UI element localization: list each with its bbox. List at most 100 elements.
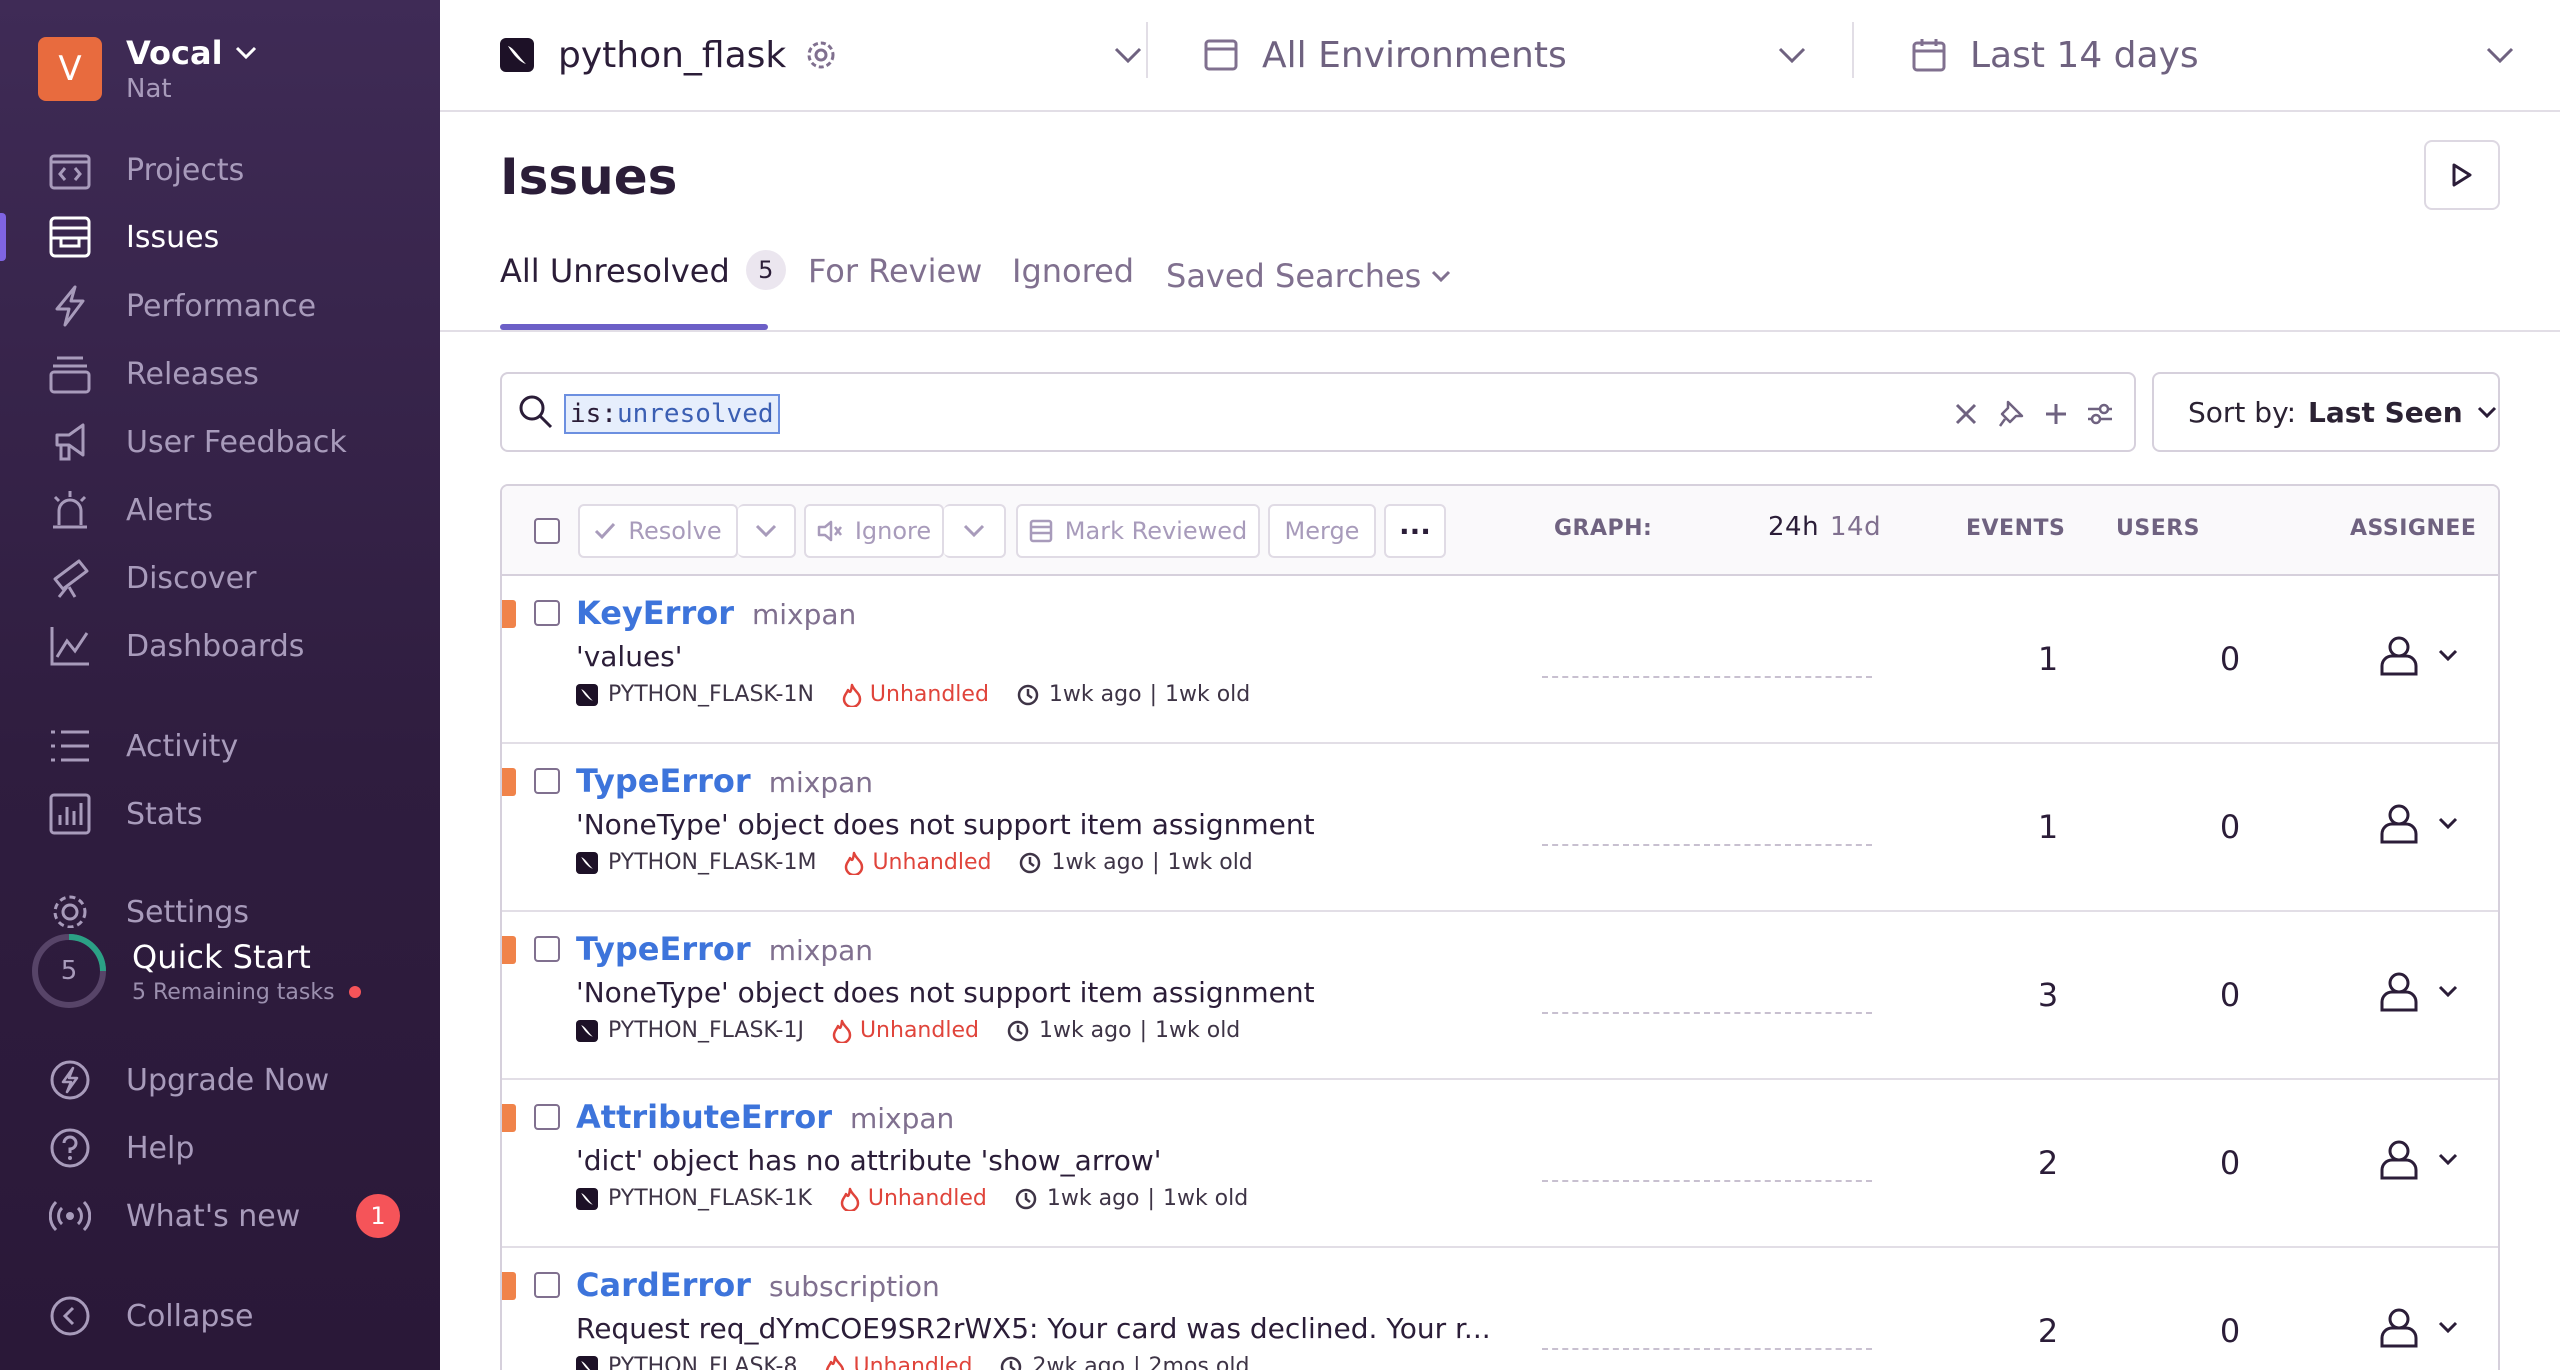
level-indicator: [502, 600, 516, 628]
issue-title[interactable]: AttributeError: [576, 1098, 832, 1136]
event-count: 2: [2037, 1144, 2059, 1182]
tab-saved-searches[interactable]: Saved Searches: [1166, 252, 1451, 300]
issue-title[interactable]: KeyError: [576, 594, 734, 632]
org-switcher[interactable]: V Vocal Nat: [38, 34, 257, 104]
gear-icon[interactable]: [804, 38, 838, 72]
merge-button[interactable]: Merge: [1268, 504, 1376, 558]
window-icon: [1204, 39, 1238, 71]
divider: [1146, 22, 1148, 78]
issue-checkbox[interactable]: [534, 1272, 560, 1298]
issue-title[interactable]: TypeError: [576, 930, 751, 968]
python-flask-icon: [576, 1019, 598, 1042]
sidebar-item-whats-new[interactable]: What's new 1: [0, 1186, 440, 1246]
assignee-selector[interactable]: [2378, 1138, 2458, 1180]
broadcast-icon: [48, 1194, 92, 1238]
unhandled-label: Unhandled: [853, 1354, 973, 1370]
mute-icon: [817, 520, 842, 542]
issue-checkbox[interactable]: [534, 936, 560, 962]
tab-for-review[interactable]: For Review: [808, 252, 982, 330]
sidebar-item-stats[interactable]: Stats: [0, 784, 440, 844]
sidebar-item-user-feedback[interactable]: User Feedback: [0, 412, 440, 472]
play-tour-button[interactable]: [2424, 140, 2500, 210]
sidebar-item-activity[interactable]: Activity: [0, 716, 440, 776]
tab-ignored[interactable]: Ignored: [1012, 252, 1134, 330]
close-icon[interactable]: [1954, 402, 1978, 426]
more-actions-button[interactable]: ···: [1384, 504, 1446, 558]
assignee-selector[interactable]: [2378, 802, 2458, 844]
assignee-selector[interactable]: [2378, 970, 2458, 1012]
user-count: 0: [2219, 640, 2241, 678]
issue-title[interactable]: TypeError: [576, 762, 751, 800]
chevron-down-icon: [755, 524, 777, 538]
chevron-down-icon: [2438, 1153, 2458, 1165]
issue-short-id[interactable]: PYTHON_FLASK-1N: [608, 682, 814, 707]
sidebar-item-upgrade[interactable]: Upgrade Now: [0, 1050, 440, 1110]
graph-period-24h[interactable]: 24h: [1768, 512, 1819, 542]
issue-title[interactable]: CardError: [576, 1266, 751, 1304]
issue-short-id[interactable]: PYTHON_FLASK-1K: [608, 1186, 812, 1211]
issue-culprit: mixpan: [751, 598, 857, 631]
project-selector[interactable]: python_flask: [500, 0, 1142, 110]
ignore-button[interactable]: Ignore: [804, 504, 944, 558]
sidebar-item-dashboards[interactable]: Dashboards: [0, 616, 440, 676]
sidebar-item-help[interactable]: Help: [0, 1118, 440, 1178]
quick-start[interactable]: 5 Quick Start 5 Remaining tasks: [30, 932, 361, 1010]
issue-short-id[interactable]: PYTHON_FLASK-1M: [608, 850, 816, 875]
assignee-header: ASSIGNEE: [2350, 516, 2477, 541]
ignore-dropdown-button[interactable]: [944, 504, 1006, 558]
issue-short-id[interactable]: PYTHON_FLASK-8: [608, 1354, 797, 1370]
issue-message: 'NoneType' object does not support item …: [576, 976, 1315, 1009]
sort-label: Sort by:: [2188, 395, 2297, 429]
resolve-dropdown-button[interactable]: [738, 504, 796, 558]
search-token-value: unresolved: [616, 399, 774, 429]
sidebar-collapse[interactable]: Collapse: [0, 1286, 440, 1346]
sidebar-item-projects[interactable]: Projects: [0, 140, 440, 200]
assignee-selector[interactable]: [2378, 1306, 2458, 1348]
sidebar-item-performance[interactable]: Performance: [0, 276, 440, 336]
sidebar-item-discover[interactable]: Discover: [0, 548, 440, 608]
plus-icon[interactable]: [2044, 402, 2068, 426]
sidebar-item-issues[interactable]: Issues: [0, 207, 440, 267]
issue-checkbox[interactable]: [534, 600, 560, 626]
issue-short-id[interactable]: PYTHON_FLASK-1J: [608, 1018, 804, 1043]
assignee-selector[interactable]: [2378, 634, 2458, 676]
fire-icon: [840, 1187, 860, 1211]
issue-row[interactable]: CardError subscription Request req_dYmCOE…: [502, 1248, 2498, 1370]
issue-row[interactable]: TypeError mixpan 'NoneType' object does n…: [502, 912, 2498, 1080]
mark-reviewed-button[interactable]: Mark Reviewed: [1016, 504, 1260, 558]
date-range-selector[interactable]: Last 14 days: [1912, 0, 2522, 110]
sidebar-item-settings[interactable]: Settings: [0, 882, 440, 928]
stats-icon: [48, 792, 92, 836]
issue-row[interactable]: AttributeError mixpan 'dict' object has n…: [502, 1080, 2498, 1248]
sliders-icon[interactable]: [2086, 402, 2114, 426]
date-range-label: Last 14 days: [1970, 34, 2199, 76]
sidebar-item-releases[interactable]: Releases: [0, 344, 440, 404]
select-all-checkbox[interactable]: [534, 518, 560, 544]
pin-icon[interactable]: [1998, 400, 2024, 428]
search-token[interactable]: is:unresolved: [564, 394, 780, 434]
last-seen: 2wk ago: [1032, 1354, 1126, 1370]
sort-dropdown[interactable]: Sort by: Last Seen: [2152, 372, 2500, 452]
quick-start-subtitle: 5 Remaining tasks: [132, 979, 335, 1005]
sidebar-item-label: Alerts: [126, 492, 214, 528]
chevron-down-icon: [2438, 1321, 2458, 1333]
sidebar-item-alerts[interactable]: Alerts: [0, 480, 440, 540]
events-sparkline: [1542, 1012, 1872, 1014]
first-seen-age: 1wk old: [1164, 682, 1251, 707]
environment-selector[interactable]: All Environments: [1204, 0, 1834, 110]
divider: [440, 330, 2560, 332]
issue-checkbox[interactable]: [534, 768, 560, 794]
global-selection-header: python_flask All Environments Last 14 da…: [440, 0, 2560, 112]
tab-all-unresolved[interactable]: All Unresolved 5: [500, 250, 786, 330]
issue-message: 'NoneType' object does not support item …: [576, 808, 1315, 841]
graph-period-14d[interactable]: 14d: [1830, 512, 1881, 542]
telescope-icon: [48, 556, 92, 600]
issue-row[interactable]: KeyError mixpan 'values' PYTHON_FLASK-1N …: [502, 576, 2498, 744]
first-seen-age: 2mos old: [1148, 1354, 1250, 1370]
unhandled-label: Unhandled: [872, 850, 992, 875]
resolve-button[interactable]: Resolve: [578, 504, 738, 558]
issue-checkbox[interactable]: [534, 1104, 560, 1130]
issues-icon: [48, 215, 92, 259]
issue-row[interactable]: TypeError mixpan 'NoneType' object does n…: [502, 744, 2498, 912]
issue-search-input[interactable]: is:unresolved: [500, 372, 2136, 452]
